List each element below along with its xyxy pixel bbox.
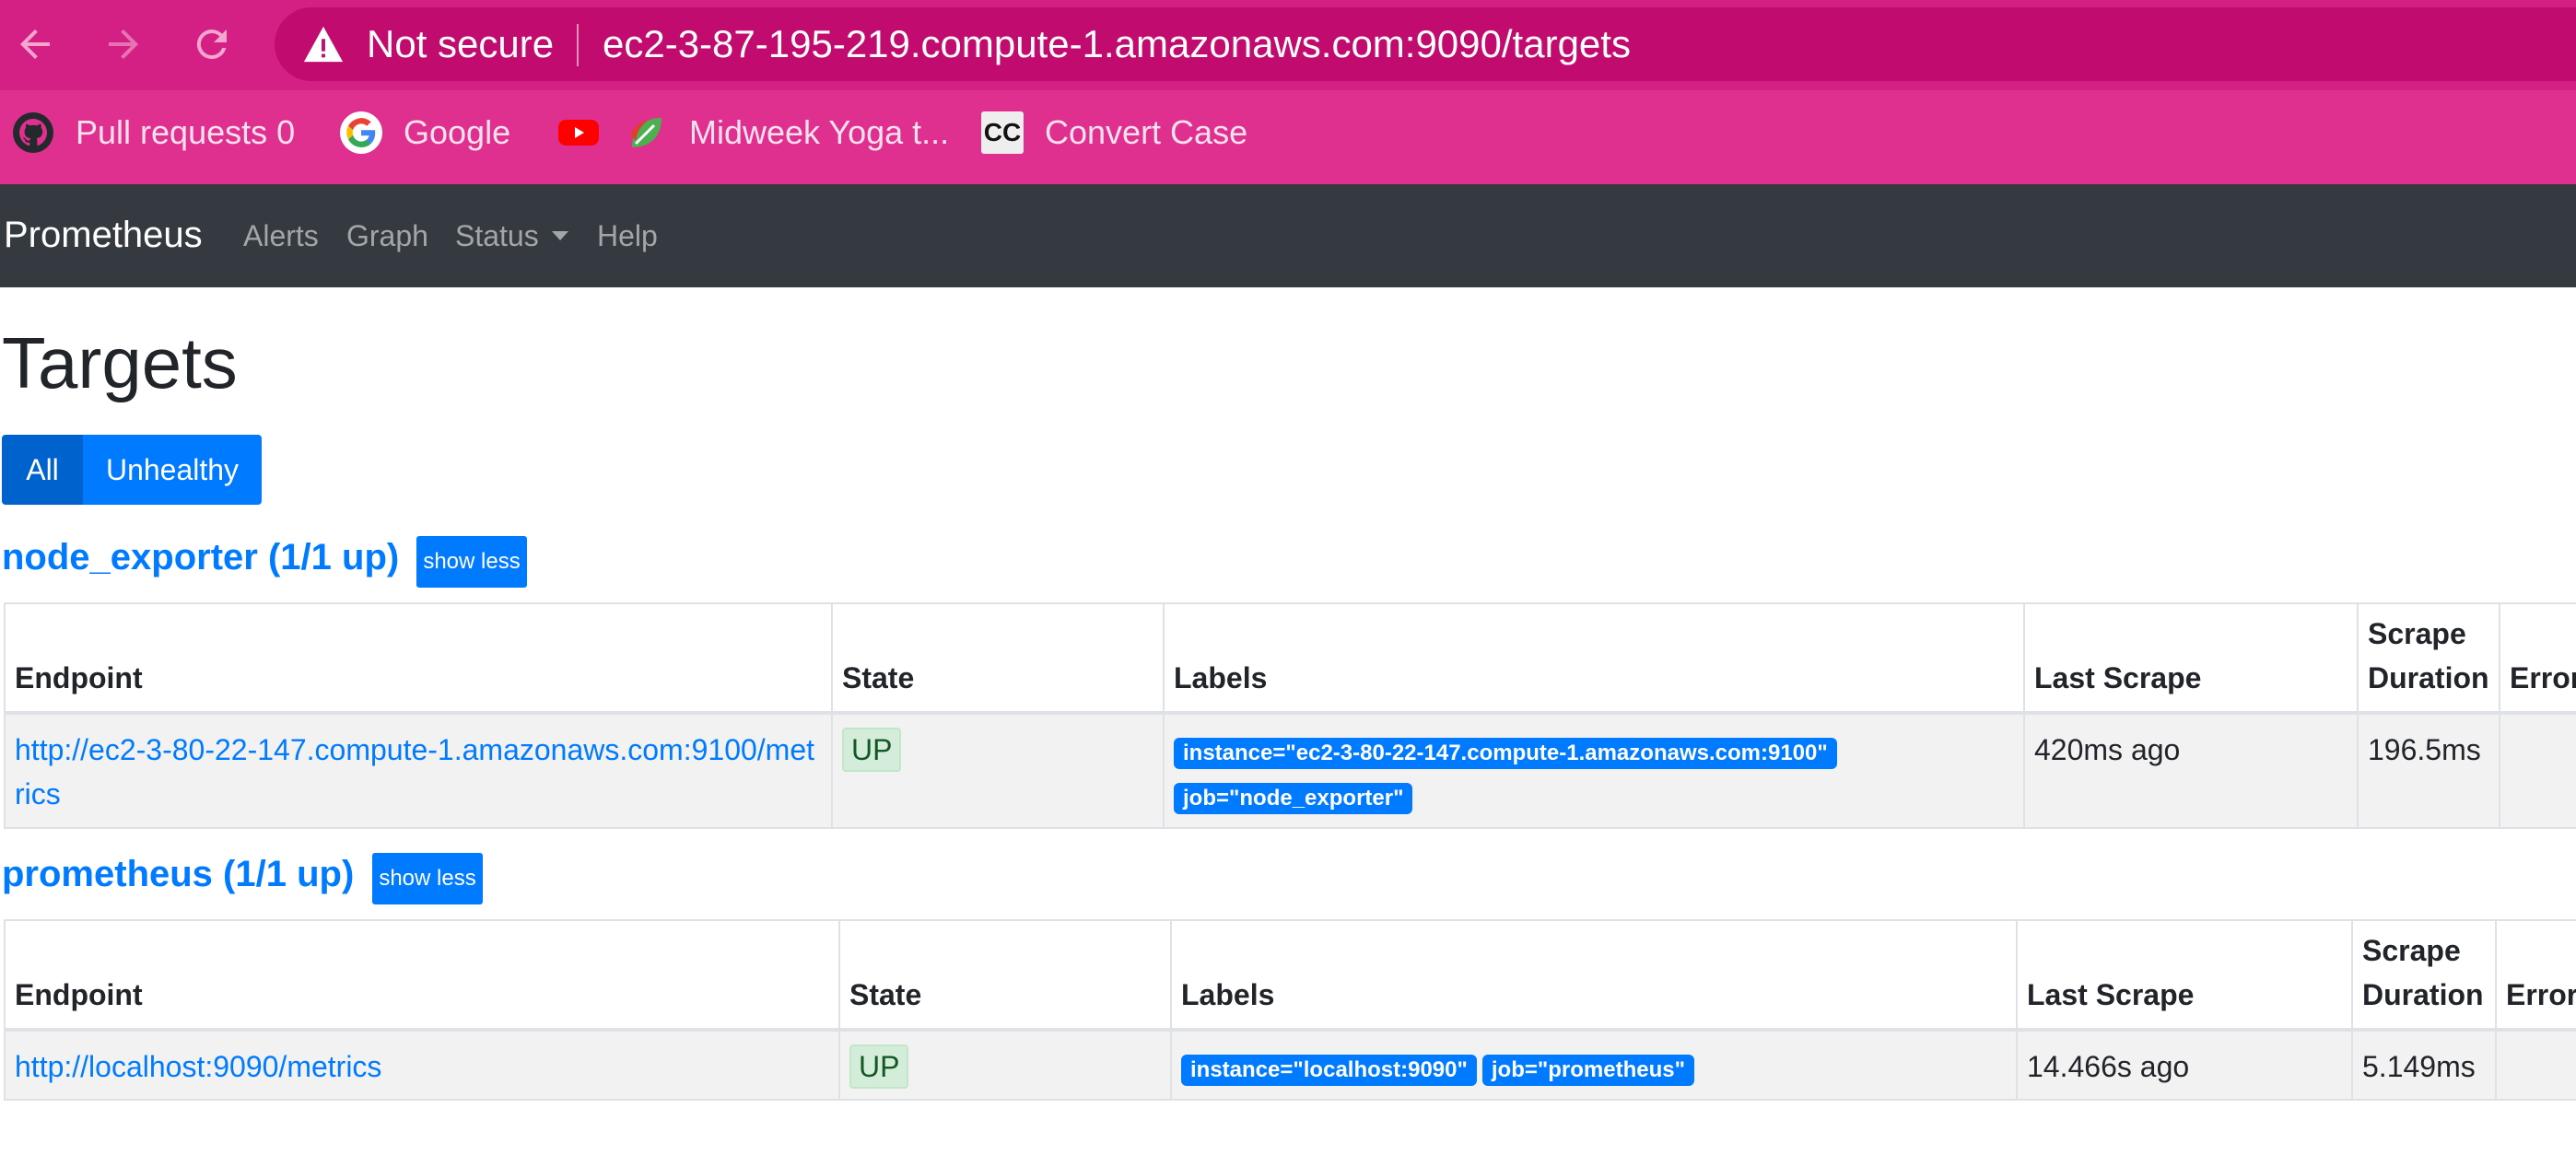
column-header-scrape-duration: Scrape Duration <box>2351 919 2497 1032</box>
column-header-error: Error <box>2499 602 2576 715</box>
bookmark-google[interactable]: Google <box>339 99 510 166</box>
prometheus-navbar: Prometheus Alerts Graph Status Help <box>0 184 2576 287</box>
column-header-labels: Labels <box>1163 602 2025 715</box>
column-header-scrape-duration: Scrape Duration <box>2357 602 2500 715</box>
targets-table-node-exporter: Endpoint State Labels Last Scrape Scrape… <box>4 602 2576 829</box>
bookmark-convert-case[interactable]: CC Convert Case <box>980 99 1247 166</box>
nav-alerts[interactable]: Alerts <box>243 216 319 256</box>
github-icon <box>11 111 55 155</box>
endpoint-link[interactable]: http://localhost:9090/metrics <box>15 1050 381 1083</box>
table-row: http://localhost:9090/metrics UP instanc… <box>4 1029 2576 1101</box>
bookmark-midweek-yoga[interactable]: Midweek Yoga t... <box>625 99 949 166</box>
page-title: Targets <box>2 322 238 403</box>
security-status[interactable]: Not secure <box>367 20 554 68</box>
table-row: http://ec2-3-80-22-147.compute-1.amazona… <box>4 712 2576 829</box>
show-less-button[interactable]: show less <box>416 536 527 588</box>
arrow-left-icon <box>20 29 50 59</box>
scrape-duration-cell: 5.149ms <box>2351 1029 2497 1101</box>
label-badge-instance: instance="ec2-3-80-22-147.compute-1.amaz… <box>1174 738 1837 769</box>
bookmark-label: Convert Case <box>1045 113 1248 151</box>
table-header-row: Endpoint State Labels Last Scrape Scrape… <box>4 919 2576 1032</box>
error-cell <box>2499 712 2576 829</box>
reload-button[interactable] <box>184 17 240 72</box>
reload-icon <box>196 29 227 60</box>
brand-link[interactable]: Prometheus <box>4 212 203 258</box>
endpoint-cell: http://localhost:9090/metrics <box>4 1029 840 1101</box>
label-badge-job: job="prometheus" <box>1481 1055 1695 1086</box>
google-icon <box>339 111 383 155</box>
labels-cell: instance="localhost:9090" job="prometheus… <box>1170 1029 2018 1101</box>
label-badge-job: job="node_exporter" <box>1174 783 1413 814</box>
column-header-error: Error <box>2495 919 2576 1032</box>
pool-heading-prometheus[interactable]: prometheus (1/1 up) <box>2 851 354 897</box>
endpoint-link[interactable]: http://ec2-3-80-22-147.compute-1.amazona… <box>15 733 814 811</box>
forward-button[interactable] <box>96 17 151 72</box>
arrow-right-icon <box>109 29 138 59</box>
address-bar[interactable]: Not secure ec2-3-87-195-219.compute-1.am… <box>275 7 2576 81</box>
last-scrape-cell: 420ms ago <box>2023 712 2359 829</box>
bookmark-youtube[interactable] <box>556 99 621 166</box>
leaf-icon <box>625 111 669 155</box>
bookmark-label: Pull requests 0 <box>76 113 296 151</box>
pool-heading-node-exporter[interactable]: node_exporter (1/1 up) <box>2 534 399 580</box>
column-header-endpoint: Endpoint <box>4 919 840 1032</box>
column-header-endpoint: Endpoint <box>4 602 833 715</box>
state-cell: UP <box>838 1029 1172 1101</box>
caret-down-icon <box>551 231 568 240</box>
back-button[interactable] <box>7 17 63 72</box>
browser-chrome: Not secure ec2-3-87-195-219.compute-1.am… <box>0 0 2576 184</box>
nav-graph[interactable]: Graph <box>346 216 428 256</box>
state-badge-up: UP <box>849 1044 909 1089</box>
bookmark-label: Midweek Yoga t... <box>689 113 950 151</box>
last-scrape-cell: 14.466s ago <box>2016 1029 2353 1101</box>
table-header-row: Endpoint State Labels Last Scrape Scrape… <box>4 602 2576 715</box>
bookmarks-bar: Pull requests 0 Google Midweek Yoga t...… <box>0 99 2576 166</box>
label-badge-instance: instance="localhost:9090" <box>1181 1055 1477 1086</box>
state-badge-up: UP <box>842 728 902 772</box>
endpoint-cell: http://ec2-3-80-22-147.compute-1.amazona… <box>4 712 833 829</box>
bookmark-pull-requests[interactable]: Pull requests 0 <box>11 99 295 166</box>
targets-table-prometheus: Endpoint State Labels Last Scrape Scrape… <box>4 919 2576 1101</box>
column-header-last-scrape: Last Scrape <box>2016 919 2353 1032</box>
filter-unhealthy-button[interactable]: Unhealthy <box>83 435 262 505</box>
column-header-state: State <box>831 602 1165 715</box>
nav-status-dropdown[interactable]: Status <box>455 216 568 256</box>
show-less-button[interactable]: show less <box>372 853 483 904</box>
url-text[interactable]: ec2-3-87-195-219.compute-1.amazonaws.com… <box>603 20 1631 68</box>
youtube-icon <box>556 111 601 155</box>
address-separator <box>577 24 579 66</box>
filter-all-button[interactable]: All <box>2 435 83 505</box>
state-cell: UP <box>831 712 1165 829</box>
warning-icon <box>303 26 344 63</box>
labels-cell: instance="ec2-3-80-22-147.compute-1.amaz… <box>1163 712 2025 829</box>
cc-icon: CC <box>980 111 1025 155</box>
column-header-last-scrape: Last Scrape <box>2023 602 2359 715</box>
column-header-labels: Labels <box>1170 919 2018 1032</box>
column-header-state: State <box>838 919 1172 1032</box>
scrape-duration-cell: 196.5ms <box>2357 712 2500 829</box>
bookmark-label: Google <box>404 113 511 151</box>
nav-help[interactable]: Help <box>597 216 658 256</box>
error-cell <box>2495 1029 2576 1101</box>
nav-status-label: Status <box>455 219 539 252</box>
target-filter-group: All Unhealthy <box>2 435 262 505</box>
